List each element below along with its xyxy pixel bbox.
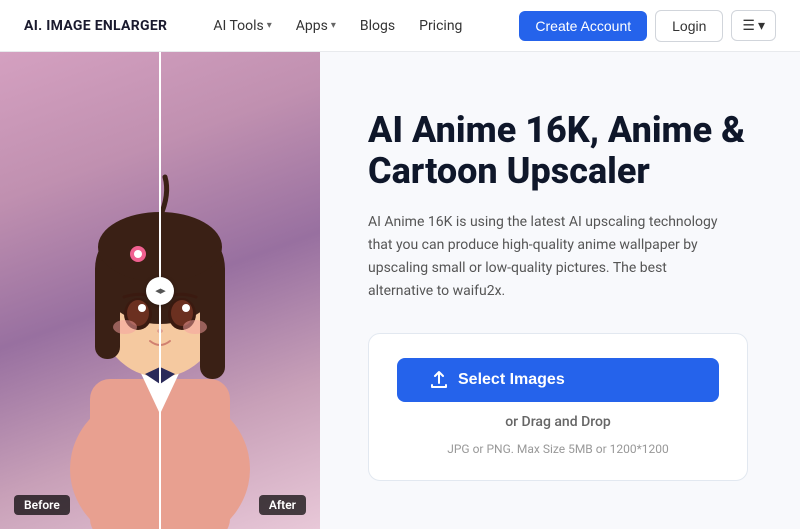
select-images-button[interactable]: Select Images	[397, 358, 719, 402]
content-panel: AI Anime 16K, Anime & Cartoon Upscaler A…	[320, 52, 800, 529]
before-after-overlay	[0, 52, 320, 529]
after-label: After	[259, 495, 306, 515]
chevron-down-icon: ▾	[758, 17, 765, 34]
nav-ai-tools[interactable]: AI Tools ▾	[203, 12, 281, 40]
hamburger-icon: ☰	[742, 17, 755, 34]
nav-links: AI Tools ▾ Apps ▾ Blogs Pricing	[203, 12, 519, 40]
nav-blogs-label: Blogs	[360, 18, 395, 34]
file-format-hint: JPG or PNG. Max Size 5MB or 1200*1200	[447, 442, 669, 456]
site-logo: AI. IMAGE ENLARGER	[24, 18, 167, 34]
select-images-label: Select Images	[458, 371, 565, 389]
nav-blogs[interactable]: Blogs	[350, 12, 405, 40]
before-label: Before	[14, 495, 70, 515]
nav-pricing[interactable]: Pricing	[409, 12, 472, 40]
upload-icon	[429, 370, 449, 390]
hero-title: AI Anime 16K, Anime & Cartoon Upscaler	[368, 110, 760, 193]
create-account-button[interactable]: Create Account	[519, 11, 647, 41]
chevron-down-icon: ▾	[331, 20, 336, 31]
login-button[interactable]: Login	[655, 10, 723, 42]
upload-dropzone[interactable]: Select Images or Drag and Drop JPG or PN…	[368, 333, 748, 481]
main-content: Before After AI Anime 16K, Anime & Carto…	[0, 52, 800, 529]
menu-icon-button[interactable]: ☰ ▾	[731, 10, 776, 41]
nav-ai-tools-label: AI Tools	[213, 18, 263, 34]
comparison-handle[interactable]	[146, 277, 174, 305]
nav-apps[interactable]: Apps ▾	[286, 12, 346, 40]
image-comparison-panel: Before After	[0, 52, 320, 529]
nav-pricing-label: Pricing	[419, 18, 462, 34]
navbar: AI. IMAGE ENLARGER AI Tools ▾ Apps ▾ Blo…	[0, 0, 800, 52]
hero-description: AI Anime 16K is using the latest AI upsc…	[368, 211, 728, 303]
drag-drop-text: or Drag and Drop	[505, 414, 611, 430]
chevron-down-icon: ▾	[267, 20, 272, 31]
nav-right: Create Account Login ☰ ▾	[519, 10, 776, 42]
nav-apps-label: Apps	[296, 18, 328, 34]
